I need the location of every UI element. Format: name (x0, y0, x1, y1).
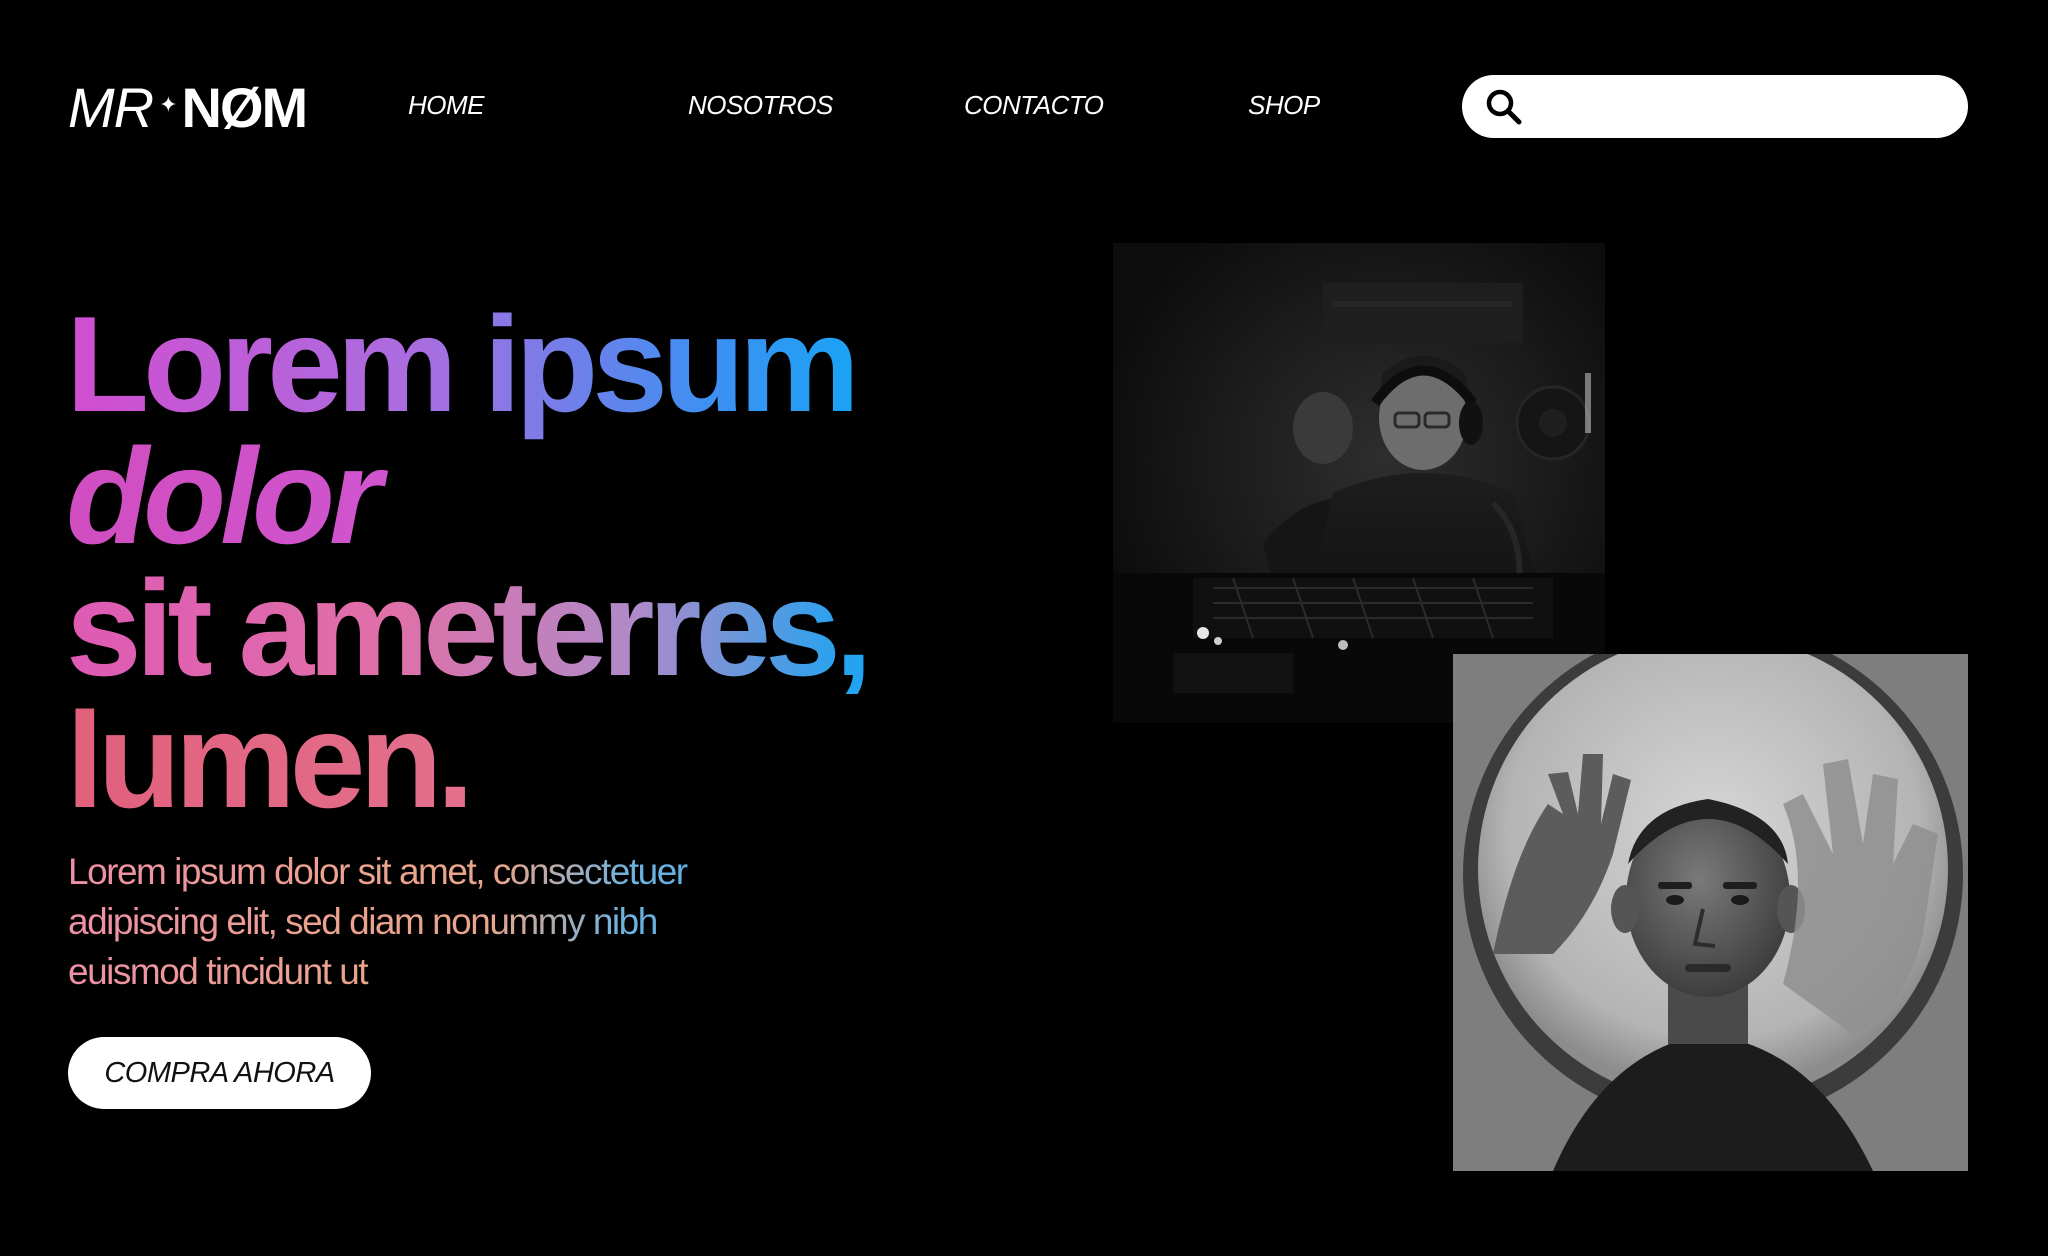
logo-star-icon: ✦ (159, 92, 177, 117)
headline-line-3: sit ameterres, (66, 560, 877, 696)
hero-headline: Lorem ipsum dolor sit ameterres, lumen. (66, 296, 877, 828)
nav-contacto-link[interactable]: CONTACTO (964, 90, 1104, 121)
portrait-photo (1453, 654, 1968, 1171)
nav-home-link[interactable]: HOME (408, 90, 485, 121)
dj-photo (1113, 243, 1605, 723)
buy-now-button[interactable]: COMPRA AHORA (68, 1037, 371, 1109)
search-icon[interactable] (1484, 87, 1524, 127)
headline-line-4: lumen. (66, 692, 478, 828)
nav-shop-link[interactable]: SHOP (1248, 90, 1320, 121)
logo-text-light: MR (68, 75, 154, 139)
hero-description: Lorem ipsum dolor sit amet, consectetuer… (68, 847, 768, 997)
headline-line-2: dolor (66, 428, 400, 564)
headline-line-1: Lorem ipsum (66, 288, 864, 440)
brand-logo[interactable]: MR ✦ NØM (68, 72, 309, 142)
logo-text-bold: NØM (181, 75, 309, 139)
search-bar[interactable] (1462, 75, 1968, 138)
search-input[interactable] (1536, 80, 1944, 133)
nav-nosotros-link[interactable]: NOSOTROS (688, 90, 833, 121)
